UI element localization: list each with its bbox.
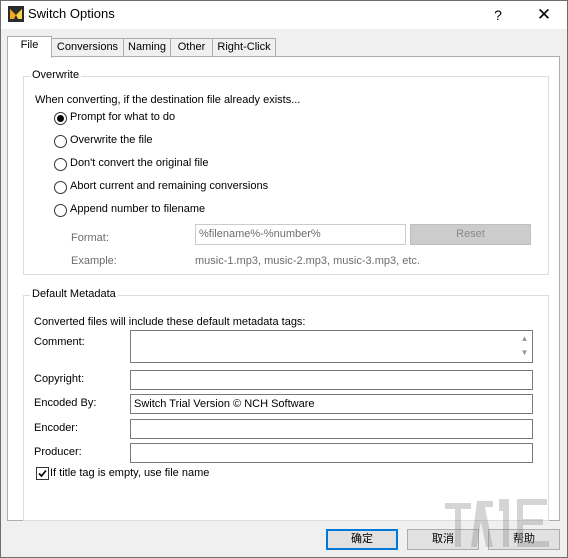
help-title-button[interactable]: ? (485, 3, 511, 27)
tab-naming[interactable]: Naming (123, 38, 171, 57)
example-value: music-1.mp3, music-2.mp3, music-3.mp3, e… (195, 255, 420, 267)
scroll-up-icon[interactable]: ▲ (520, 335, 529, 343)
format-input[interactable]: %filename%-%number% (195, 224, 406, 245)
producer-field[interactable] (130, 443, 533, 463)
comment-label: Comment: (34, 336, 85, 348)
checkmark-icon (38, 469, 47, 478)
comment-field[interactable]: ▲ ▼ (130, 330, 533, 363)
metadata-intro: Converted files will include these defau… (34, 316, 306, 328)
file-tab-page: Overwrite When converting, if the destin… (7, 56, 560, 521)
radio-button[interactable] (54, 112, 67, 125)
switch-app-icon (8, 6, 24, 22)
producer-label: Producer: (34, 446, 82, 458)
radio-button[interactable] (54, 181, 67, 194)
close-icon[interactable]: ✕ (529, 3, 559, 27)
metadata-legend: Default Metadata (30, 288, 118, 300)
copyright-field[interactable] (130, 370, 533, 390)
radio-button[interactable] (54, 158, 67, 171)
encoded-by-field[interactable]: Switch Trial Version © NCH Software (130, 394, 533, 414)
switch-options-dialog: Switch Options ? ✕ File Conversions Nami… (0, 0, 568, 558)
copyright-label: Copyright: (34, 373, 85, 385)
title-bar: Switch Options ? ✕ (1, 1, 567, 29)
tab-right-click[interactable]: Right-Click (212, 38, 276, 57)
tab-other[interactable]: Other (170, 38, 213, 57)
format-label: Format: (71, 232, 109, 244)
radio-label: Overwrite the file (70, 134, 153, 146)
radio-button[interactable] (54, 204, 67, 217)
tab-file[interactable]: File (7, 36, 52, 58)
watermark-logo (445, 499, 549, 547)
radio-label: Abort current and remaining conversions (70, 180, 269, 192)
ok-button[interactable]: 确定 (326, 529, 398, 550)
encoder-field[interactable] (130, 419, 533, 439)
encoded-by-label: Encoded By: (34, 397, 97, 409)
use-filename-checkbox[interactable] (36, 467, 49, 480)
title-checkbox-label: If title tag is empty, use file name (50, 467, 210, 479)
example-label: Example: (71, 255, 117, 267)
radio-button[interactable] (54, 135, 67, 148)
tab-conversions[interactable]: Conversions (51, 38, 124, 57)
scroll-down-icon[interactable]: ▼ (520, 349, 529, 357)
encoder-label: Encoder: (34, 422, 79, 434)
radio-label: Don't convert the original file (70, 157, 209, 169)
overwrite-legend: Overwrite (30, 69, 82, 81)
overwrite-prompt: When converting, if the destination file… (35, 94, 301, 106)
radio-label: Prompt for what to do (70, 111, 176, 123)
window-title: Switch Options (28, 6, 115, 21)
radio-label: Append number to filename (70, 203, 206, 215)
reset-button[interactable]: Reset (410, 224, 531, 245)
